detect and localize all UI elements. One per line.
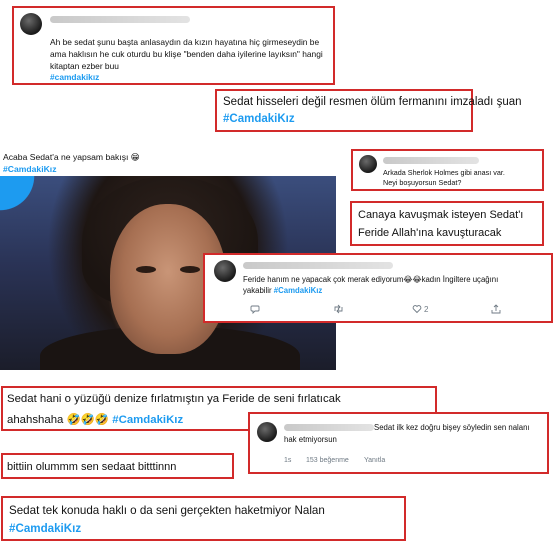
decorative-shape (0, 176, 40, 216)
tweet-text-line-2: ama haklısın he cuk oturdu bu klişe "ben… (50, 49, 323, 59)
reply-link[interactable]: Yanıtla (364, 457, 385, 464)
tweet-card-10: Sedat tek konuda haklı o da seni gerçekt… (1, 496, 406, 541)
tweet-card-6: Feride hanım ne yapacak çok merak ediyor… (203, 253, 553, 323)
tweet-card-8: Sedat ilk kez doğru bişey söyledin sen n… (248, 412, 549, 474)
photo-eye-left (136, 266, 156, 273)
tweet-text-line-2: ahahshaha 🤣🤣🤣 #CamdakiKız (7, 412, 183, 426)
reply-icon[interactable] (250, 304, 260, 317)
avatar (257, 422, 277, 442)
username-blurred (284, 424, 374, 431)
tweet-text: Acaba Sedat'a ne yapsam bakışı 😁 (3, 152, 140, 162)
username-blurred (383, 157, 479, 164)
share-icon[interactable] (491, 304, 501, 317)
tweet-text-line-1: Canaya kavuşmak isteyen Sedat'ı (358, 209, 524, 221)
hashtag-link[interactable]: #CamdakiKız (9, 522, 81, 535)
like-count: 2 (424, 305, 429, 314)
tweet-text: ahahshaha 🤣🤣🤣 (7, 414, 110, 426)
timestamp: 1s (284, 457, 292, 464)
tweet-text-line-2: hak etmiyorsun (284, 435, 337, 444)
photo-eye-right (180, 266, 200, 273)
tweet-card-5: Canaya kavuşmak isteyen Sedat'ı Feride A… (350, 201, 544, 246)
tweet-text: yakabilir (243, 286, 272, 295)
like-count[interactable]: 153 beğenme (306, 457, 349, 464)
tweet-card-1: Ah be sedat şunu başta anlasaydın da kız… (12, 6, 335, 85)
tweet-text-line-3: kitaptan ezber buu (50, 61, 119, 71)
hashtag-link[interactable]: #CamdakiKız (223, 113, 295, 125)
tweet-text-line-2: Feride Allah'ına kavuşturacak (358, 227, 502, 239)
avatar (20, 13, 42, 35)
retweet-icon[interactable] (333, 304, 344, 317)
hashtag-link[interactable]: #CamdakiKız (112, 414, 183, 426)
tweet-text: Sedat tek konuda haklı o da seni gerçekt… (9, 504, 325, 517)
username-blurred (50, 16, 190, 23)
tweet-text-line-2: Neyi boşuyorsun Sedat? (383, 178, 462, 187)
avatar (214, 260, 236, 282)
tweet-text-line-1: Arkada Sherlok Holmes gibi anası var. (383, 168, 505, 177)
tweet-card-4: Arkada Sherlok Holmes gibi anası var. Ne… (351, 149, 544, 191)
tweet-text-line-1: Ah be sedat şunu başta anlasaydın da kız… (50, 37, 320, 47)
heart-icon[interactable] (412, 304, 422, 317)
tweet-card-9: bittiin olummm sen sedaat bitttinnn (1, 453, 234, 479)
tweet-text-line-2: yakabilir #CamdakiKız (243, 286, 322, 295)
tweet-text-line-1: Sedat hani o yüzüğü denize fırlatmıştın … (7, 393, 341, 405)
tweet-text: Sedat hisseleri değil resmen ölüm ferman… (223, 96, 522, 108)
tweet-text: bittiin olummm sen sedaat bitttinnn (7, 461, 177, 473)
tweet-text-line-1: Sedat ilk kez doğru bişey söyledin sen n… (374, 423, 530, 432)
tweet-text-line-1: Feride hanım ne yapacak çok merak ediyor… (243, 275, 499, 284)
hashtag-link[interactable]: #CamdakiKız (274, 286, 323, 295)
username-blurred (243, 262, 393, 269)
tweet-card-2: Sedat hisseleri değil resmen ölüm ferman… (215, 89, 522, 132)
hashtag-link[interactable]: #CamdakiKız (3, 164, 57, 174)
hashtag-link[interactable]: #camdakikız (50, 72, 99, 82)
avatar (359, 155, 377, 173)
